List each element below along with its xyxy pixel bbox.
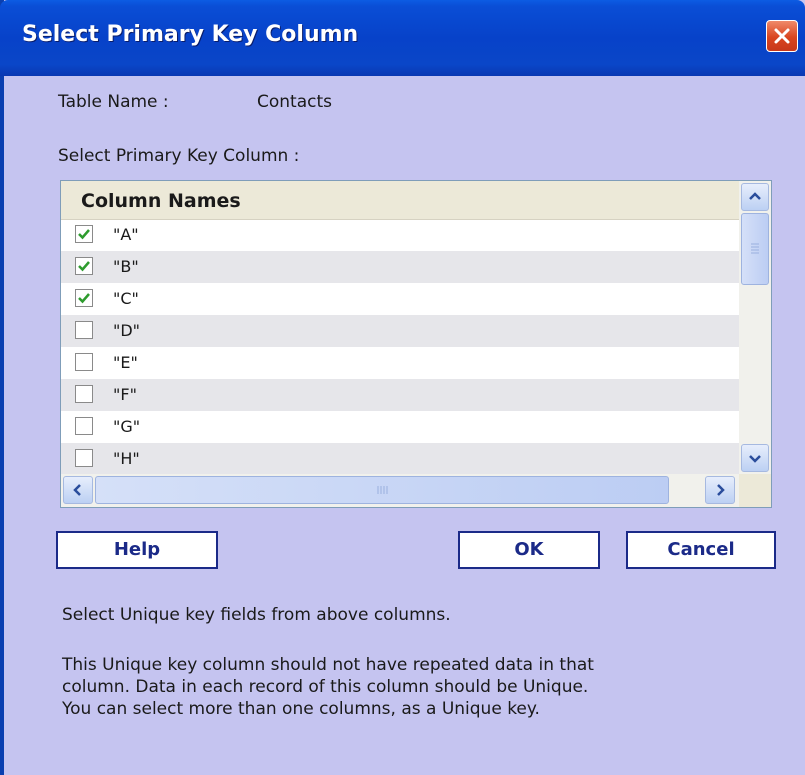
row-checkbox[interactable] xyxy=(75,417,93,435)
horizontal-scrollbar[interactable] xyxy=(61,474,739,507)
grip-icon xyxy=(377,486,388,494)
table-row[interactable]: "E" xyxy=(61,347,739,379)
row-checkbox[interactable] xyxy=(75,385,93,403)
cancel-button-label: Cancel xyxy=(667,539,735,560)
table-row[interactable]: "D" xyxy=(61,315,739,347)
dialog-title: Select Primary Key Column xyxy=(22,22,359,47)
scroll-left-button[interactable] xyxy=(63,476,93,504)
close-button[interactable] xyxy=(766,20,798,52)
row-checkbox[interactable] xyxy=(75,353,93,371)
row-checkbox[interactable] xyxy=(75,321,93,339)
table-name-label: Table Name : xyxy=(58,92,169,112)
dialog-window: Select Primary Key Column Table Name : C… xyxy=(0,0,805,775)
column-names-header: Column Names xyxy=(81,190,241,212)
table-row[interactable]: "F" xyxy=(61,379,739,411)
checkmark-icon xyxy=(78,229,90,240)
column-name-label: "H" xyxy=(113,449,140,468)
info-paragraph-line-1: This Unique key column should not have r… xyxy=(62,655,594,675)
help-button-label: Help xyxy=(113,539,161,560)
grip-icon xyxy=(751,243,759,254)
checkmark-icon xyxy=(78,261,90,272)
column-names-grid: Column Names "A" "B" "C" "D" "E" "F" "G" "H" xyxy=(60,180,772,508)
column-name-label: "B" xyxy=(113,257,139,276)
chevron-left-icon xyxy=(73,484,81,496)
column-name-label: "D" xyxy=(113,321,141,340)
help-button[interactable]: Help xyxy=(56,531,218,569)
info-paragraph-line-3: You can select more than one columns, as… xyxy=(62,699,540,719)
scroll-right-button[interactable] xyxy=(705,476,735,504)
row-checkbox[interactable] xyxy=(75,257,93,275)
table-row[interactable]: "A" xyxy=(61,219,739,251)
table-row[interactable]: "G" xyxy=(61,411,739,443)
info-line: Select Unique key fields from above colu… xyxy=(62,605,451,625)
row-checkbox[interactable] xyxy=(75,225,93,243)
cancel-button[interactable]: Cancel xyxy=(626,531,776,569)
chevron-right-icon xyxy=(717,484,725,496)
select-primary-key-label: Select Primary Key Column : xyxy=(58,146,300,166)
table-row[interactable]: "C" xyxy=(61,283,739,315)
close-icon xyxy=(774,28,790,44)
scroll-down-button[interactable] xyxy=(741,444,769,472)
vertical-scrollbar[interactable] xyxy=(739,181,771,474)
column-name-label: "A" xyxy=(113,225,139,244)
table-name-value: Contacts xyxy=(257,92,332,112)
column-name-label: "F" xyxy=(113,385,137,404)
chevron-up-icon xyxy=(749,192,761,200)
column-name-label: "C" xyxy=(113,289,139,308)
scroll-corner xyxy=(739,474,771,507)
horizontal-scroll-thumb[interactable] xyxy=(95,476,669,504)
vertical-scroll-thumb[interactable] xyxy=(741,213,769,285)
ok-button-label: OK xyxy=(514,539,544,560)
column-name-label: "G" xyxy=(113,417,141,436)
row-checkbox[interactable] xyxy=(75,289,93,307)
column-name-label: "E" xyxy=(113,353,138,372)
chevron-down-icon xyxy=(749,455,761,463)
row-checkbox[interactable] xyxy=(75,449,93,467)
checkmark-icon xyxy=(78,293,90,304)
info-paragraph-line-2: column. Data in each record of this colu… xyxy=(62,677,589,697)
table-row[interactable]: "B" xyxy=(61,251,739,283)
ok-button[interactable]: OK xyxy=(458,531,600,569)
title-bar[interactable]: Select Primary Key Column xyxy=(0,0,805,76)
grid-header[interactable]: Column Names xyxy=(61,181,739,220)
table-row[interactable]: "H" xyxy=(61,443,739,475)
scroll-up-button[interactable] xyxy=(741,183,769,211)
